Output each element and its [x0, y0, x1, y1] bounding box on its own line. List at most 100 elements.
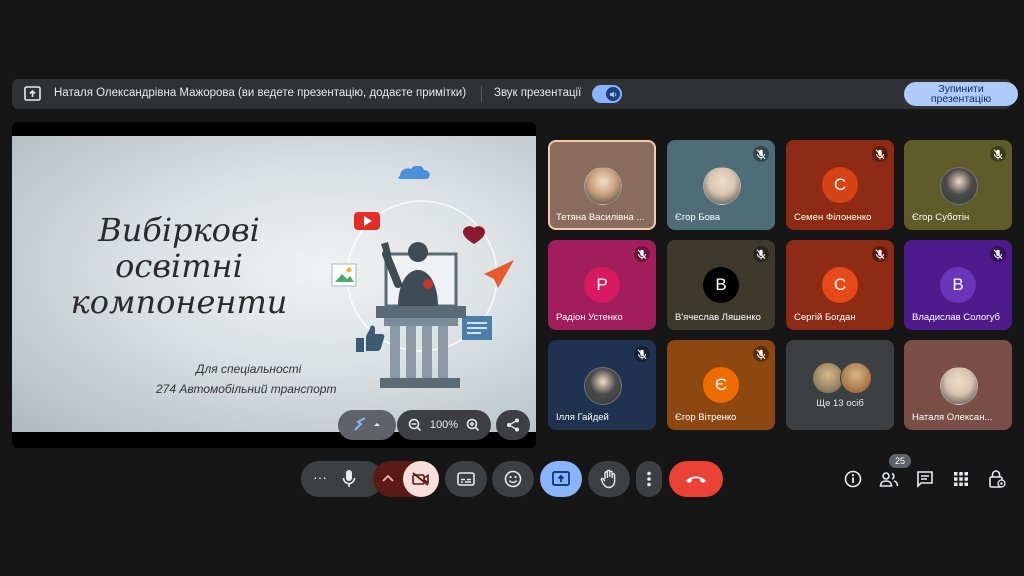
annotation-tool-button[interactable]	[338, 410, 396, 440]
participant-name: Тетяна Василівна ...	[556, 212, 645, 223]
participant-name: Сергій Богдан	[794, 312, 856, 323]
participant-tile[interactable]: Єгор Бова	[667, 140, 775, 230]
present-screen-icon	[24, 86, 41, 101]
participant-name: Наталя Олексан...	[912, 412, 993, 423]
avatar	[940, 167, 978, 205]
mic-off-icon	[634, 246, 650, 262]
avatar	[584, 167, 622, 205]
mic-off-icon	[990, 246, 1006, 262]
avatar: С	[822, 267, 858, 303]
more-vert-icon	[647, 471, 651, 487]
participant-name: В'ячеслав Ляшенко	[675, 312, 761, 323]
activities-grid-icon[interactable]	[951, 469, 971, 489]
more-participants-avatars	[812, 362, 872, 394]
present-screen-icon	[552, 471, 570, 486]
chat-icon[interactable]	[915, 469, 935, 489]
host-controls-lock-icon[interactable]	[987, 469, 1007, 489]
raise-hand-button[interactable]	[588, 461, 630, 497]
slide-title-line: компоненти	[70, 283, 288, 321]
pen-icon	[354, 417, 380, 431]
emoji-icon	[504, 470, 522, 488]
slide-title-line: освітні	[115, 247, 243, 285]
hand-icon	[600, 469, 616, 489]
paper-plane-icon	[484, 260, 514, 288]
more-participants-label: Ще 13 осіб	[816, 398, 864, 409]
participant-name: Єгор Суботін	[912, 212, 970, 223]
people-icon[interactable]	[879, 469, 899, 489]
slide: Вибіркові освітні компоненти Для спеціал…	[12, 136, 536, 432]
present-now-button[interactable]	[540, 461, 582, 497]
avatar: С	[822, 167, 858, 203]
heart-icon	[463, 226, 485, 244]
camera-off-button[interactable]	[403, 461, 439, 497]
avatar: Є	[703, 367, 739, 403]
slide-illustration	[331, 166, 514, 388]
presentation-sound-label: Звук презентації	[494, 87, 582, 99]
hang-up-icon	[686, 476, 706, 483]
participant-tile[interactable]: В В'ячеслав Ляшенко	[667, 240, 775, 330]
slide-title: Вибіркові освітні компоненти	[54, 212, 304, 320]
avatar: В	[940, 267, 976, 303]
mic-off-icon	[634, 346, 650, 362]
chevron-up-icon	[374, 423, 380, 426]
participant-tile[interactable]: В Владислав Сологуб	[904, 240, 1012, 330]
participant-tile[interactable]: Ілля Гайдей	[548, 340, 656, 430]
mic-off-icon	[753, 246, 769, 262]
participant-name: Семен Філоненко	[794, 212, 872, 223]
avatar: Р	[584, 267, 620, 303]
captions-button[interactable]	[445, 461, 487, 497]
zoom-in-icon[interactable]	[466, 418, 480, 432]
stop-presenting-button[interactable]: Зупинити презентацію	[904, 82, 1018, 106]
avatar: В	[703, 267, 739, 303]
presentation-stage: Вибіркові освітні компоненти Для спеціал…	[12, 122, 536, 448]
zoom-out-icon[interactable]	[408, 418, 422, 432]
volume-icon	[606, 87, 620, 101]
microphone-icon[interactable]	[341, 469, 357, 489]
cloud-icon	[398, 166, 430, 179]
presenter-status-text: Наталя Олександрівна Мажорова (ви ведете…	[54, 87, 467, 99]
zoom-level: 100%	[429, 419, 459, 431]
slide-subtitle-program: 274 Автомобільний транспорт	[156, 382, 337, 396]
chevron-up-icon[interactable]	[382, 473, 394, 483]
participant-tile[interactable]: С Семен Філоненко	[786, 140, 894, 230]
image-icon	[331, 263, 357, 287]
camera-off-icon	[412, 472, 429, 486]
participant-tile[interactable]: С Сергій Богдан	[786, 240, 894, 330]
mic-off-icon	[753, 146, 769, 162]
participant-tile[interactable]: Ще 13 осіб	[786, 340, 894, 430]
mic-off-icon	[872, 246, 888, 262]
avatar	[840, 362, 872, 394]
participant-tile[interactable]: Наталя Олексан...	[904, 340, 1012, 430]
share-button[interactable]	[496, 410, 530, 440]
participant-name: Владислав Сологуб	[912, 312, 1000, 323]
camera-controls-group	[373, 461, 439, 497]
avatar	[703, 167, 741, 205]
participant-tile[interactable]: Єгор Суботін	[904, 140, 1012, 230]
mic-off-icon	[753, 346, 769, 362]
participant-tile[interactable]: Тетяна Василівна ...	[548, 140, 656, 230]
meeting-details-icon[interactable]	[843, 469, 863, 489]
like-icon	[356, 325, 385, 352]
leave-call-button[interactable]	[669, 461, 723, 497]
participant-tile[interactable]: Є Єгор Вітренко	[667, 340, 775, 430]
participant-name: Ілля Гайдей	[556, 412, 609, 423]
slide-subtitle-specialty: Для спеціальності	[196, 362, 302, 376]
slide-title-line: Вибіркові	[98, 211, 260, 249]
people-count-badge: 25	[889, 454, 911, 468]
reactions-button[interactable]	[492, 461, 534, 497]
audio-controls-group: ···	[301, 461, 383, 497]
banner-divider	[481, 86, 482, 102]
participant-tile[interactable]: Р Радіон Устенко	[548, 240, 656, 330]
more-options-button[interactable]	[636, 461, 662, 497]
presentation-sound-toggle[interactable]	[592, 85, 622, 103]
share-icon	[507, 418, 519, 432]
presentation-banner: Наталя Олександрівна Мажорова (ви ведете…	[12, 79, 1018, 109]
avatar	[940, 367, 978, 405]
avatar	[584, 367, 622, 405]
captions-icon	[457, 472, 475, 486]
mic-off-icon	[990, 146, 1006, 162]
participant-name: Єгор Бова	[675, 212, 721, 223]
award-ribbon-icon	[423, 279, 433, 289]
more-audio-options-icon[interactable]: ···	[313, 469, 327, 485]
participant-name: Радіон Устенко	[556, 312, 623, 323]
